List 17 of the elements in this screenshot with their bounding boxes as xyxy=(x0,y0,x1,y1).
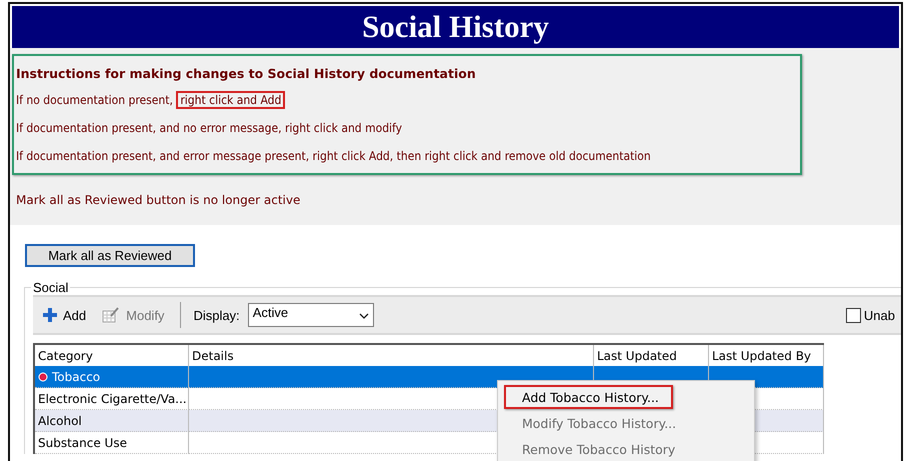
display-dropdown[interactable]: Active xyxy=(248,303,374,327)
add-button[interactable]: Add xyxy=(39,302,90,328)
category-cell[interactable]: Substance Use xyxy=(35,432,189,454)
instructions-heading: Instructions for making changes to Social History documentation xyxy=(16,66,477,81)
instruction-line: If no documentation present, right click and Add xyxy=(16,91,796,109)
menu-item[interactable]: Add Tobacco History... xyxy=(504,385,673,409)
checkbox-label: Unab xyxy=(864,308,895,322)
category-cell[interactable]: Alcohol xyxy=(35,410,189,432)
instruction-line: If documentation present, and no error message, right click and modify xyxy=(16,120,404,137)
category-cell[interactable]: Electronic Cigarette/Va... xyxy=(35,388,189,410)
note-text: Mark all as Reviewed button is no longer active xyxy=(15,193,302,207)
mark-reviewed-button[interactable]: Mark all as Reviewed xyxy=(25,244,195,267)
display-label: Display: xyxy=(193,308,240,322)
category-cell[interactable]: Tobacco xyxy=(35,366,189,388)
window-title: Social History xyxy=(12,6,899,48)
instruction-line: If documentation present, and error message present, right click Add, then right click and remove old documentation xyxy=(16,148,652,165)
group-title: Social xyxy=(32,280,70,295)
